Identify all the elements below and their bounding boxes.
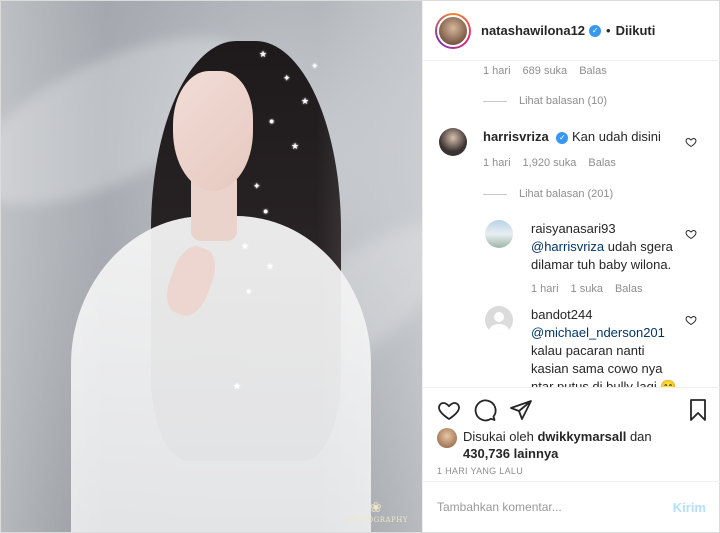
likes-prefix: Disukai oleh bbox=[463, 429, 538, 444]
commenter-username[interactable]: harrisvriza bbox=[483, 129, 549, 144]
following-button[interactable]: Diikuti bbox=[616, 23, 656, 38]
view-replies-label: Lihat balasan (201) bbox=[519, 188, 614, 200]
reply-button[interactable]: Balas bbox=[588, 157, 616, 169]
post-comment-button[interactable]: Kirim bbox=[673, 500, 706, 515]
commenter-username[interactable]: bandot244 bbox=[531, 307, 592, 322]
commenter-username[interactable]: raisyanasari93 bbox=[531, 221, 616, 236]
watermark-logo-icon: ❀ bbox=[369, 500, 383, 516]
comment-likes[interactable]: 1,920 suka bbox=[523, 157, 577, 169]
header-separator: • bbox=[606, 23, 611, 38]
comment-icon[interactable] bbox=[473, 398, 497, 422]
verified-badge-icon: ✓ bbox=[556, 131, 569, 144]
post-header: natashawilona12 ✓ • Diikuti bbox=[423, 1, 720, 61]
liker-avatar[interactable] bbox=[437, 428, 457, 448]
like-comment-heart-icon[interactable] bbox=[685, 228, 697, 240]
add-comment-bar: Tambahkan komentar... Kirim bbox=[423, 481, 720, 532]
heart-icon[interactable] bbox=[437, 398, 461, 422]
verified-badge-icon: ✓ bbox=[589, 24, 602, 37]
photo-blur-overlay bbox=[1, 1, 422, 532]
comment-meta: 1 hari 1 suka Balas bbox=[531, 283, 642, 295]
author-avatar-image bbox=[437, 14, 469, 47]
likes-count[interactable]: 430,736 lainnya bbox=[463, 446, 558, 461]
commenter-avatar[interactable] bbox=[439, 128, 467, 156]
photo-watermark: ❀ PHOTOGRAPHY bbox=[344, 500, 408, 524]
comment-mention[interactable]: @harrisvriza bbox=[531, 239, 604, 254]
like-comment-heart-icon[interactable] bbox=[685, 314, 697, 326]
comment-input[interactable]: Tambahkan komentar... bbox=[437, 500, 673, 514]
post-side-panel: natashawilona12 ✓ • Diikuti 1 hari 689 s… bbox=[422, 1, 720, 532]
share-icon[interactable] bbox=[509, 398, 533, 422]
replies-line bbox=[483, 100, 507, 102]
comment-text: kalau pacaran nanti kasian sama cowo nya… bbox=[531, 343, 677, 387]
comment-likes[interactable]: 689 suka bbox=[523, 65, 568, 77]
view-replies-button[interactable]: Lihat balasan (10) bbox=[483, 95, 607, 107]
comment-body: harrisvriza ✓ Kan udah disini bbox=[483, 128, 693, 146]
bookmark-icon[interactable] bbox=[686, 398, 710, 422]
comment-text: Kan udah disini bbox=[572, 129, 661, 144]
likes-summary: Disukai oleh dwikkymarsall dan 430,736 l… bbox=[437, 428, 652, 462]
comment-mention[interactable]: @michael_nderson201 bbox=[531, 325, 665, 340]
comment-time: 1 hari bbox=[483, 157, 511, 169]
comment-time: 1 hari bbox=[531, 283, 559, 295]
reply-button[interactable]: Balas bbox=[615, 283, 643, 295]
comment-body: bandot244 @michael_nderson201 kalau paca… bbox=[531, 306, 681, 387]
view-replies-button[interactable]: Lihat balasan (201) bbox=[483, 188, 613, 200]
likes-suffix: dan bbox=[626, 429, 652, 444]
avatar-head bbox=[494, 312, 504, 322]
replies-line bbox=[483, 193, 507, 195]
watermark-text: PHOTOGRAPHY bbox=[344, 516, 408, 524]
comment-meta: 1 hari 1,920 suka Balas bbox=[483, 157, 616, 169]
reply-button[interactable]: Balas bbox=[579, 65, 607, 77]
like-comment-heart-icon[interactable] bbox=[685, 136, 697, 148]
default-avatar-icon[interactable] bbox=[485, 306, 513, 334]
comment-likes[interactable]: 1 suka bbox=[571, 283, 603, 295]
author-avatar[interactable] bbox=[435, 12, 471, 49]
comment-body: raisyanasari93 @harrisvriza udah sgera d… bbox=[531, 220, 681, 274]
liker-username[interactable]: dwikkymarsall bbox=[537, 429, 626, 444]
comment-meta: 1 hari 689 suka Balas bbox=[483, 65, 607, 77]
avatar-body bbox=[489, 324, 509, 334]
comments-list[interactable]: 1 hari 689 suka Balas Lihat balasan (10)… bbox=[423, 62, 720, 387]
post-timestamp[interactable]: 1 HARI YANG LALU bbox=[437, 466, 523, 476]
comment-time: 1 hari bbox=[483, 65, 511, 77]
view-replies-label: Lihat balasan (10) bbox=[519, 95, 608, 107]
commenter-avatar[interactable] bbox=[485, 220, 513, 248]
post-photo[interactable]: ★ ✦ ★ ● ★ ✦ ● ★ ★ ● ★ ✦ ❀ PHOTOGRAPHY bbox=[1, 1, 422, 532]
author-username[interactable]: natashawilona12 bbox=[481, 23, 585, 38]
